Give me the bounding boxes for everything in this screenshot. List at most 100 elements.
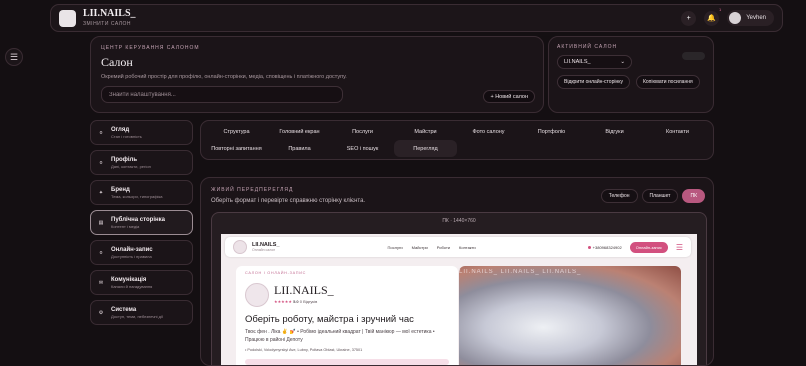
salon-logo[interactable] [59, 9, 76, 27]
site-preview[interactable]: LII.NAILS_ Онлайн салон Послуги Майстри … [221, 234, 697, 365]
site-cta-strip[interactable] [245, 359, 449, 365]
reviews-count: 0 Відгуків [299, 299, 318, 304]
copy-link-button[interactable]: Копіювати посилання [635, 75, 700, 89]
device-phone-button[interactable]: Телефон [600, 189, 638, 203]
hero-description: Окремий робочий простір для профілю, онл… [101, 74, 347, 80]
site-links: Послуги Майстри Роботи Контакти [388, 245, 476, 250]
chevron-down-icon: ⌄ [620, 59, 625, 65]
phone-dot-icon [587, 245, 591, 249]
change-salon-label[interactable]: ЗМІНИТИ САЛОН [83, 21, 136, 27]
sidebar-item-subtitle: Тема, кольори, типографіка [111, 193, 163, 199]
sidebar-item-subtitle: Дані, контакти, регіон [111, 163, 151, 169]
sidebar-item-brand[interactable]: ✦ Бренд Тема, кольори, типографіка [90, 180, 193, 205]
site-hero-card: САЛОН І ОНЛАЙН-ЗАПИС LII.NAILS_ ★★★★★ 5.… [236, 266, 458, 365]
site-nav: LII.NAILS_ Онлайн салон Послуги Майстри … [225, 237, 691, 257]
tab-faq[interactable]: Повторні запитання [205, 140, 268, 157]
site-logo [233, 240, 247, 254]
add-button[interactable]: + [681, 10, 697, 26]
tab-hero[interactable]: Головний екран [268, 123, 331, 140]
site-headline: Оберіть роботу, майстра і зручний час [245, 314, 414, 325]
tab-services[interactable]: Послуги [331, 123, 394, 140]
tab-seo[interactable]: SEO і пошук [331, 140, 394, 157]
frame-label: ПК · 1440×760 [442, 218, 476, 224]
sidebar-item-profile[interactable]: o Профіль Дані, контакти, регіон [90, 150, 193, 175]
hero-panel: ЦЕНТР КЕРУВАННЯ САЛОНОМ Салон Окремий ро… [90, 36, 544, 113]
site-phone[interactable]: +380968324902 [587, 244, 622, 250]
salon-actions: Відкрити онлайн-сторінку Копіювати посил… [557, 75, 705, 89]
notifications-button[interactable]: 🔔 1 [704, 7, 721, 26]
preview-eyebrow: ЖИВИЙ ПЕРЕДПЕРЕГЛЯД [211, 187, 294, 193]
open-page-button[interactable]: Відкрити онлайн-сторінку [557, 75, 630, 89]
circle-icon: o [99, 159, 103, 166]
photo-watermark: LII.NAILS_ LII.NAILS_ LII.NAILS_ [459, 269, 582, 275]
section-tabs: Структура Головний екран Послуги Майстри… [200, 120, 714, 160]
stars-icon: ★★★★★ [274, 299, 292, 304]
sidebar-item-subtitle: Доступ, теми, небезпечні дії [111, 313, 163, 319]
active-salon-card: АКТИВНИЙ САЛОН LII.NAILS_ ⌄ Відкрити онл… [548, 36, 714, 113]
sidebar-item-public-page[interactable]: ▤ Публічна сторінка Контент і медіа [90, 210, 193, 235]
site-book-button[interactable]: Онлайн-запис [629, 241, 668, 253]
tab-photos[interactable]: Фото салону [457, 123, 520, 140]
hero-eyebrow: ЦЕНТР КЕРУВАННЯ САЛОНОМ [101, 45, 200, 51]
hamburger-icon: ☰ [9, 51, 19, 62]
brand-block[interactable]: LII.NAILS_ ЗМІНИТИ САЛОН [83, 9, 136, 28]
site-link-contacts[interactable]: Контакти [459, 245, 476, 250]
device-switcher: Телефон Планшет ПК [600, 189, 705, 203]
site-link-services[interactable]: Послуги [388, 245, 403, 250]
user-menu[interactable]: Yevhen [727, 10, 774, 26]
site-hero-photo: LII.NAILS_ LII.NAILS_ LII.NAILS_ [459, 266, 681, 365]
gear-icon: ⚙ [98, 309, 104, 316]
salon-select[interactable]: LII.NAILS_ ⌄ [557, 55, 632, 69]
site-address: • Podolski, Volodymyrskyi Ave, Lubny, Po… [245, 348, 363, 352]
sparkle-icon: ✦ [98, 189, 104, 196]
search-input[interactable] [101, 86, 343, 103]
site-hero-logo [245, 283, 269, 307]
sidebar-item-subtitle: Канали й нагадування [111, 283, 153, 289]
site-link-works[interactable]: Роботи [437, 245, 450, 250]
sidebar-item-system[interactable]: ⚙ Система Доступ, теми, небезпечні дії [90, 300, 193, 325]
tab-rules[interactable]: Правила [268, 140, 331, 157]
preview-frame: ПК · 1440×760 LII.NAILS_ Онлайн салон По… [211, 212, 707, 365]
site-tagline: Онлайн салон [252, 248, 276, 252]
device-desktop-button[interactable]: ПК [682, 189, 705, 203]
tab-portfolio[interactable]: Портфоліо [520, 123, 583, 140]
live-preview-panel: ЖИВИЙ ПЕРЕДПЕРЕГЛЯД Оберіть формат і пер… [200, 177, 714, 366]
preview-description: Оберіть формат і перевірте справжню стор… [211, 198, 366, 204]
avatar [729, 12, 742, 24]
bell-icon: 🔔 [707, 15, 717, 22]
page-icon: ▤ [98, 219, 104, 226]
tab-contacts[interactable]: Контакти [646, 123, 709, 140]
sidebar-item-label: Бренд [111, 186, 130, 193]
circle-icon: o [99, 249, 103, 256]
sidebar-item-label: Огляд [111, 126, 130, 133]
site-phone-number: +380968324902 [592, 244, 622, 250]
tab-preview[interactable]: Перегляд [394, 140, 457, 157]
tab-structure[interactable]: Структура [205, 123, 268, 140]
sidebar-item-subtitle: Доступність і правила [111, 253, 152, 259]
site-address-text: Podolski, Volodymyrskyi Ave, Lubny, Polt… [247, 348, 363, 352]
new-salon-button[interactable]: + Новий салон [483, 90, 535, 103]
sidebar-item-subtitle: Стан і готовність [111, 133, 142, 139]
mail-icon: ✉ [98, 279, 104, 286]
tab-masters[interactable]: Майстри [394, 123, 457, 140]
sidebar-item-label: Публічна сторінка [111, 216, 165, 223]
sidebar: o Огляд Стан і готовність o Профіль Дані, … [90, 120, 193, 330]
site-eyebrow: САЛОН І ОНЛАЙН-ЗАПИС [245, 271, 307, 275]
site-description: Твоє фен . Ліка ✌ 💅 • Робімо ідеальний к… [245, 329, 435, 343]
salon-toggle[interactable] [682, 52, 705, 60]
site-link-masters[interactable]: Майстри [412, 245, 428, 250]
menu-button[interactable]: ☰ [5, 48, 23, 66]
tab-reviews[interactable]: Відгуки [583, 123, 646, 140]
top-bar: LII.NAILS_ ЗМІНИТИ САЛОН + 🔔 1 Yevhen [50, 4, 783, 32]
device-tablet-button[interactable]: Планшет [641, 189, 679, 203]
sidebar-item-label: Система [111, 306, 137, 313]
page-title: Салон [101, 55, 133, 69]
sidebar-item-subtitle: Контент і медіа [111, 223, 140, 229]
sidebar-item-communication[interactable]: ✉ Комунікація Канали й нагадування [90, 270, 193, 295]
hamburger-icon[interactable]: ☰ [676, 243, 683, 252]
site-hero-brand: LII.NAILS_ [274, 283, 334, 297]
sidebar-item-overview[interactable]: o Огляд Стан і готовність [90, 120, 193, 145]
sidebar-item-label: Онлайн-запис [111, 246, 153, 253]
sidebar-item-online-booking[interactable]: o Онлайн-запис Доступність і правила [90, 240, 193, 265]
rating-value: 5.0 [293, 299, 299, 304]
